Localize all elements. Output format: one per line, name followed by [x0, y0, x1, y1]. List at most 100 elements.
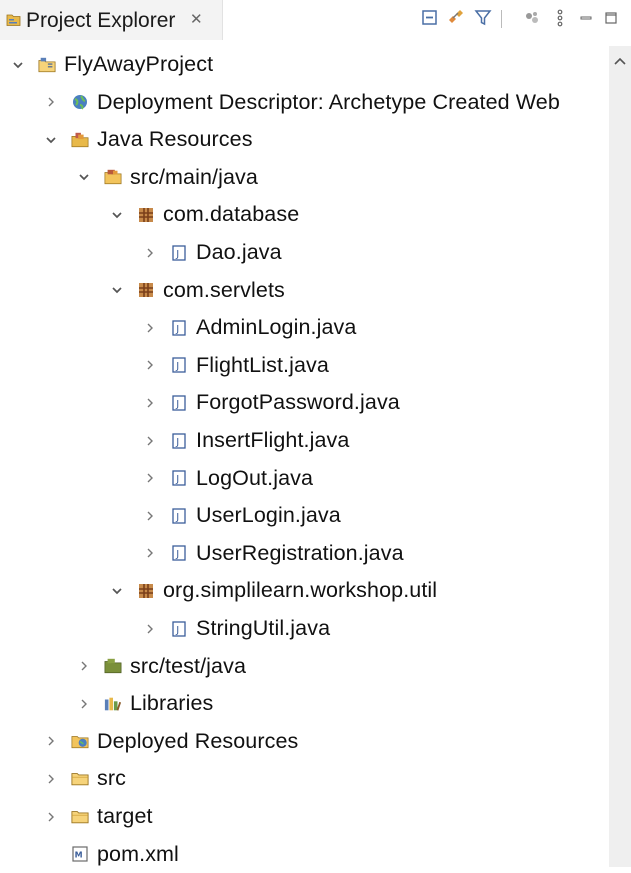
java-resources-icon: [71, 131, 89, 149]
source-folder-icon: [104, 168, 122, 186]
tree-item-label: Deployment Descriptor: Archetype Created…: [97, 89, 560, 114]
tree-item[interactable]: src: [43, 760, 126, 797]
chevron-down-icon[interactable]: [76, 169, 92, 185]
chevron-right-icon[interactable]: [142, 621, 158, 637]
chevron-right-icon[interactable]: [142, 470, 158, 486]
tree-item-label: org.simplilearn.workshop.util: [163, 578, 438, 603]
tree-item-label: Java Resources: [97, 127, 253, 152]
java-file-icon: J: [170, 394, 188, 412]
tree-item[interactable]: com.servlets: [109, 272, 285, 309]
tree-item-label: Dao.java: [196, 240, 282, 264]
tree-item-label: src: [97, 766, 126, 791]
libraries-icon: [104, 695, 122, 713]
minimize-icon[interactable]: [576, 8, 596, 28]
chevron-right-icon[interactable]: [142, 433, 158, 449]
java-file-icon: J: [170, 432, 188, 450]
chevron-right-icon[interactable]: [76, 696, 92, 712]
java-file-icon: J: [170, 469, 188, 487]
chevron-down-icon[interactable]: [43, 132, 59, 148]
tree-item[interactable]: J LogOut.java: [142, 460, 313, 497]
view-title: Project Explorer: [26, 9, 176, 32]
svg-text:J: J: [175, 399, 179, 410]
project-explorer-icon: [6, 14, 21, 26]
view-menu-icon[interactable]: [550, 8, 570, 28]
tree-item[interactable]: J StringUtil.java: [142, 610, 330, 647]
tree-item[interactable]: J Dao.java: [142, 234, 282, 271]
svg-text:J: J: [175, 249, 179, 260]
link-with-editor-icon[interactable]: [446, 8, 466, 28]
tree-item[interactable]: J UserLogin.java: [142, 497, 341, 534]
java-file-icon: J: [170, 620, 188, 638]
svg-text:J: J: [175, 474, 179, 485]
chevron-down-icon[interactable]: [109, 282, 125, 298]
filter-icon[interactable]: [473, 8, 493, 28]
tree-item[interactable]: Java Resources: [43, 121, 253, 158]
tree-item[interactable]: Mpom.xml: [43, 836, 179, 873]
focus-icon[interactable]: [522, 8, 542, 28]
scroll-up-icon[interactable]: [612, 54, 628, 68]
view-header: Project Explorer ✕: [0, 0, 631, 46]
chevron-down-icon[interactable]: [109, 583, 125, 599]
java-file-icon: J: [170, 544, 188, 562]
tree-item-label: FlyAwayProject: [64, 52, 214, 76]
chevron-right-icon[interactable]: [142, 545, 158, 561]
chevron-right-icon[interactable]: [43, 771, 59, 787]
tree-item[interactable]: J InsertFlight.java: [142, 422, 349, 459]
tree-item[interactable]: Deployed Resources: [43, 723, 298, 760]
tree-item[interactable]: com.database: [109, 196, 299, 233]
folder-icon: [71, 808, 89, 826]
svg-text:J: J: [175, 324, 179, 335]
chevron-right-icon[interactable]: [142, 357, 158, 373]
tree-item[interactable]: J ForgotPassword.java: [142, 384, 400, 421]
tree-item[interactable]: src/test/java: [76, 648, 246, 685]
chevron-right-icon[interactable]: [43, 733, 59, 749]
tree-item[interactable]: J FlightList.java: [142, 347, 329, 384]
deployed-resources-icon: [71, 732, 89, 750]
close-icon[interactable]: ✕: [190, 10, 203, 28]
tree-item-label: Deployed Resources: [97, 728, 299, 753]
svg-text:J: J: [175, 512, 179, 523]
chevron-down-icon[interactable]: [109, 207, 125, 223]
svg-text:J: J: [175, 625, 179, 636]
tree-item-label: UserRegistration.java: [196, 540, 404, 565]
package-icon: [137, 206, 155, 224]
chevron-down-icon[interactable]: [10, 57, 26, 73]
chevron-right-icon[interactable]: [43, 94, 59, 110]
chevron-right-icon[interactable]: [43, 809, 59, 825]
tree-item-label: com.database: [163, 202, 300, 227]
project-tree: FlyAwayProject Deployment Descriptor: Arc…: [0, 46, 609, 867]
tree-item[interactable]: FlyAwayProject: [10, 46, 213, 83]
tree-item[interactable]: J UserRegistration.java: [142, 535, 404, 572]
tree-item[interactable]: J AdminLogin.java: [142, 309, 356, 346]
globe-icon: [71, 93, 89, 111]
tree-item[interactable]: org.simplilearn.workshop.util: [109, 572, 437, 609]
svg-text:J: J: [175, 549, 179, 560]
tree-item-label: AdminLogin.java: [196, 315, 357, 340]
java-file-icon: J: [170, 507, 188, 525]
chevron-right-icon[interactable]: [142, 395, 158, 411]
tree-item[interactable]: target: [43, 798, 153, 835]
folder-icon: [71, 770, 89, 788]
tree-item[interactable]: src/main/java: [76, 159, 258, 196]
collapse-all-icon[interactable]: [420, 8, 440, 28]
package-icon: [137, 281, 155, 299]
chevron-right-icon[interactable]: [142, 508, 158, 524]
tree-item-label: FlightList.java: [196, 352, 329, 377]
vertical-scrollbar[interactable]: [609, 46, 631, 867]
tree-item-label: target: [97, 804, 153, 828]
svg-text:J: J: [175, 437, 179, 448]
tree-item-label: src/main/java: [130, 164, 258, 189]
chevron-right-icon[interactable]: [142, 245, 158, 261]
tree-item[interactable]: Deployment Descriptor: Archetype Created…: [43, 84, 560, 121]
project-icon: [38, 56, 56, 74]
chevron-right-icon[interactable]: [142, 320, 158, 336]
package-icon: [137, 582, 155, 600]
tree-item-label: InsertFlight.java: [196, 428, 350, 452]
svg-text:M: M: [75, 851, 83, 860]
tree-item-label: com.servlets: [163, 277, 285, 302]
tree-item-label: UserLogin.java: [196, 503, 341, 528]
tree-item[interactable]: Libraries: [76, 685, 213, 722]
chevron-right-icon[interactable]: [76, 658, 92, 674]
tab-project-explorer[interactable]: Project Explorer ✕: [0, 0, 223, 40]
maximize-icon[interactable]: [601, 8, 621, 28]
